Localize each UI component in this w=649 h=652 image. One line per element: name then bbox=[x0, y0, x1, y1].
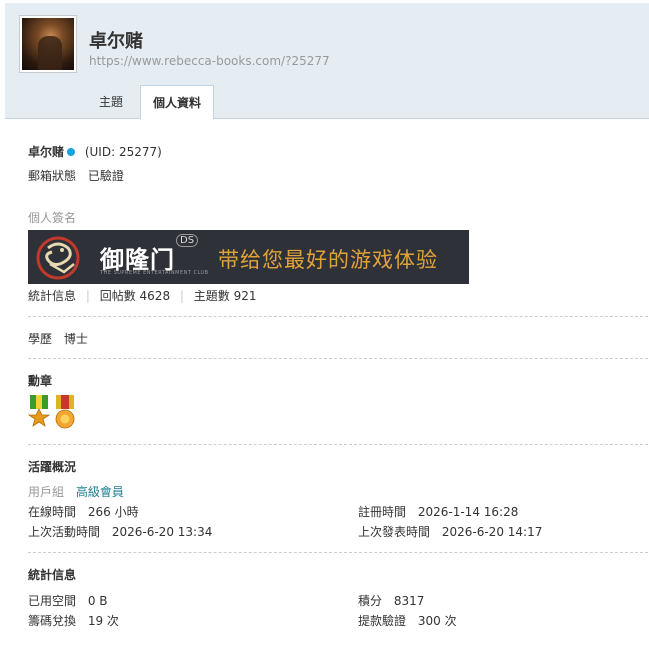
points-label: 積分 bbox=[358, 594, 383, 608]
stats-summary-label: 統計信息 bbox=[28, 289, 77, 303]
divider bbox=[28, 358, 648, 359]
tab-topics[interactable]: 主題 bbox=[87, 85, 135, 120]
register-time-row: 註冊時間 2026-1-14 16:28 bbox=[358, 503, 518, 520]
register-time-label: 註冊時間 bbox=[358, 505, 407, 519]
used-space-label: 已用空間 bbox=[28, 594, 77, 608]
activity-title: 活躍概況 bbox=[28, 460, 77, 474]
header-profile-url[interactable]: https://www.rebecca-books.com/?25277 bbox=[89, 54, 330, 68]
banner-badge: DS bbox=[176, 234, 199, 247]
user-group-value[interactable]: 高級會員 bbox=[76, 485, 124, 499]
email-status-label: 郵箱狀態 bbox=[28, 169, 77, 183]
last-active-value: 2026-6-20 13:34 bbox=[111, 525, 213, 539]
banner-subtitle: THE SUPREME ENTERTAINMENT CLUB bbox=[100, 270, 209, 276]
online-time-row: 在線時間 266 小時 bbox=[28, 503, 139, 520]
stats-summary-row: 統計信息 | 回帖數 4628 | 主題數 921 bbox=[28, 289, 257, 303]
avatar-image bbox=[22, 18, 74, 70]
last-post-value: 2026-6-20 14:17 bbox=[441, 525, 543, 539]
divider bbox=[28, 316, 648, 317]
medal-red-icon[interactable] bbox=[54, 395, 76, 433]
banner-slogan: 带给您最好的游戏体验 bbox=[218, 248, 438, 272]
user-group-row: 用戶組 高級會員 bbox=[28, 483, 124, 500]
user-name-row: 卓尔赌 (UID: 25277) bbox=[28, 143, 162, 160]
avatar[interactable] bbox=[19, 15, 77, 73]
education-label: 學歷 bbox=[28, 332, 53, 346]
email-status-row: 郵箱狀態 已驗證 bbox=[28, 167, 124, 184]
reply-count-link[interactable]: 回帖數 4628 bbox=[100, 289, 170, 303]
points-row: 積分 8317 bbox=[358, 592, 424, 609]
online-time-value: 266 小時 bbox=[87, 505, 139, 519]
education-value: 博士 bbox=[63, 332, 88, 346]
tab-profile[interactable]: 個人資料 bbox=[140, 85, 215, 120]
used-space-row: 已用空間 0 B bbox=[28, 592, 108, 609]
medal-green-icon[interactable] bbox=[28, 395, 50, 433]
withdraw-value: 300 次 bbox=[417, 614, 457, 628]
education-row: 學歷 博士 bbox=[28, 330, 88, 347]
online-time-label: 在線時間 bbox=[28, 505, 77, 519]
divider bbox=[28, 552, 648, 553]
last-active-label: 上次活動時間 bbox=[28, 525, 101, 539]
profile-tabs: 主題 個人資料 bbox=[5, 85, 649, 120]
withdraw-row: 提款驗證 300 次 bbox=[358, 612, 457, 629]
last-post-label: 上次發表時間 bbox=[358, 525, 431, 539]
last-active-row: 上次活動時間 2026-6-20 13:34 bbox=[28, 523, 212, 540]
register-time-value: 2026-1-14 16:28 bbox=[417, 505, 519, 519]
user-group-label: 用戶組 bbox=[28, 485, 65, 499]
signature-label: 個人簽名 bbox=[28, 211, 77, 225]
divider bbox=[28, 444, 648, 445]
points-value: 8317 bbox=[393, 594, 425, 608]
used-space-value: 0 B bbox=[87, 594, 108, 608]
exchange-label: 籌碼兌換 bbox=[28, 614, 77, 628]
withdraw-label: 提款驗證 bbox=[358, 614, 407, 628]
exchange-row: 籌碼兌換 19 次 bbox=[28, 612, 119, 629]
online-status-icon bbox=[67, 148, 76, 156]
exchange-value: 19 次 bbox=[87, 614, 119, 628]
profile-header: 卓尔赌 https://www.rebecca-books.com/?25277… bbox=[5, 3, 649, 120]
user-uid: (UID: 25277) bbox=[84, 145, 162, 159]
medals-title: 勳章 bbox=[28, 374, 53, 388]
last-post-row: 上次發表時間 2026-6-20 14:17 bbox=[358, 523, 542, 540]
email-status-value: 已驗證 bbox=[87, 169, 124, 183]
signature-banner[interactable]: 御隆门 DS THE SUPREME ENTERTAINMENT CLUB 带给… bbox=[28, 230, 469, 284]
user-name: 卓尔赌 bbox=[28, 145, 65, 159]
dragon-logo-icon bbox=[36, 236, 80, 280]
stats-title: 統計信息 bbox=[28, 568, 77, 582]
topic-count-link[interactable]: 主題數 921 bbox=[194, 289, 257, 303]
header-username[interactable]: 卓尔赌 bbox=[89, 27, 143, 53]
